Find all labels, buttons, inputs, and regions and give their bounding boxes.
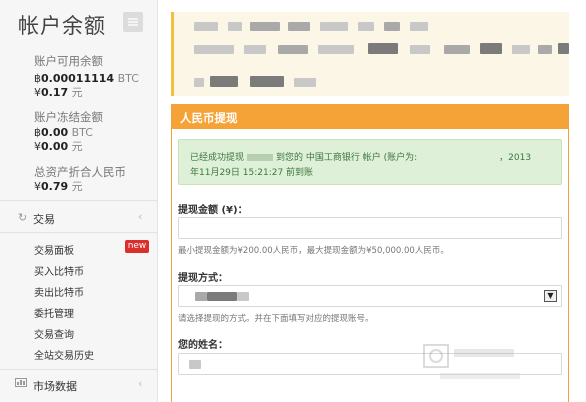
obscured-text [250,76,284,87]
obscured-text [210,76,238,87]
sidebar-title: 帐户余额 [18,14,106,38]
obscured-text [444,45,470,54]
obscured-text [294,78,316,87]
frozen-balance-btc: ฿0.00 BTC [34,126,93,139]
obscured-text [318,45,354,54]
obscured-text [244,45,266,54]
available-balance: 账户可用余额 ฿0.00011114 BTC ¥0.17 元 [34,54,139,100]
main-content: 人民币提现 已经成功提现 到您的 中国工商银行 帐户 (账户为: ，2013 年11… [158,0,586,402]
obscured-text [194,78,204,87]
frozen-balance: 账户冻结金额 ฿0.00 BTC ¥0.00 元 [34,110,103,154]
obscured-text [320,22,348,31]
obscured-text [538,45,552,54]
frozen-balance-label: 账户冻结金额 [34,110,103,124]
obscured-text [228,22,242,31]
new-badge: new [125,240,149,253]
obscured-text [410,45,430,54]
panel-header: 人民币提现 [172,105,568,129]
method-help: 请选择提现的方式。并在下面填写对应的提现账号。 [178,314,374,324]
success-message-line1: 已经成功提现 到您的 中国工商银行 帐户 (账户为: ，2013 [190,153,532,163]
success-message-line2: 年11月29日 15:21:27 前到账 [190,168,314,178]
success-alert: 已经成功提现 到您的 中国工商银行 帐户 (账户为: ，2013 年11月29日 1… [178,139,562,185]
sidebar-divider [0,200,158,201]
obscured-text [512,45,530,54]
method-select[interactable]: ▼ [178,285,562,307]
available-balance-btc: ฿0.00011114 BTC [34,72,139,85]
obscured-text [250,22,280,31]
obscured-text [384,22,400,31]
frozen-balance-cny: ¥0.00 元 [34,140,83,153]
total-assets-label: 总资产折合人民币 [34,165,126,179]
refresh-icon: ↻ [18,211,28,224]
obscured-text [194,45,234,54]
sidebar-item-sell-btc[interactable]: 卖出比特币 [34,284,84,299]
name-label: 您的姓名： [178,340,228,351]
obscured-text [288,22,310,31]
obscured-text [358,22,374,31]
sidebar-item-site-history[interactable]: 全站交易历史 [34,347,94,362]
sidebar-section-market-label: 市场数据 [33,380,77,393]
menu-icon[interactable] [123,12,143,32]
total-assets-cny: ¥0.79 元 [34,180,83,193]
sidebar-item-trade-query[interactable]: 交易查询 [34,326,74,341]
sidebar-item-orders[interactable]: 委托管理 [34,305,74,320]
chart-icon [15,378,27,387]
sidebar-divider [0,232,158,233]
chevron-left-icon: ‹ [138,210,143,223]
available-balance-label: 账户可用余额 [34,54,103,68]
obscured-text [195,292,207,301]
sidebar-item-trade-panel[interactable]: 交易面板 [34,242,74,257]
obscured-text [480,43,502,54]
chevron-left-icon: ‹ [138,377,143,390]
sidebar-section-trade-label: 交易 [33,213,55,226]
sidebar: 帐户余额 账户可用余额 ฿0.00011114 BTC ¥0.17 元 账户冻结… [0,0,158,402]
obscured-text [278,45,308,54]
amount-input[interactable] [178,217,562,239]
obscured-text [237,292,249,301]
obscured-amount [247,154,274,161]
method-label: 提现方式： [178,273,228,284]
amount-label: 提现金额 (¥)： [178,205,248,216]
chevron-down-icon[interactable]: ▼ [544,290,557,302]
watermark-logo [423,344,520,379]
obscured-text [189,360,201,369]
obscured-text [410,22,428,31]
notice-box [171,12,569,96]
available-balance-cny: ¥0.17 元 [34,86,83,99]
sidebar-divider [0,369,158,370]
sidebar-section-trade[interactable]: ↻ 交易 ‹ [0,205,158,231]
amount-help: 最小提现金额为¥200.00人民币，最大提现金额为¥50,000.00人民币。 [178,246,449,256]
obscured-text [194,22,218,31]
total-assets: 总资产折合人民币 ¥0.79 元 [34,165,126,194]
obscured-text [368,43,398,54]
sidebar-item-buy-btc[interactable]: 买入比特币 [34,263,84,278]
obscured-text [558,43,569,54]
obscured-text [207,292,237,301]
sidebar-header: 帐户余额 [0,0,158,42]
panel-title: 人民币提现 [180,111,238,125]
